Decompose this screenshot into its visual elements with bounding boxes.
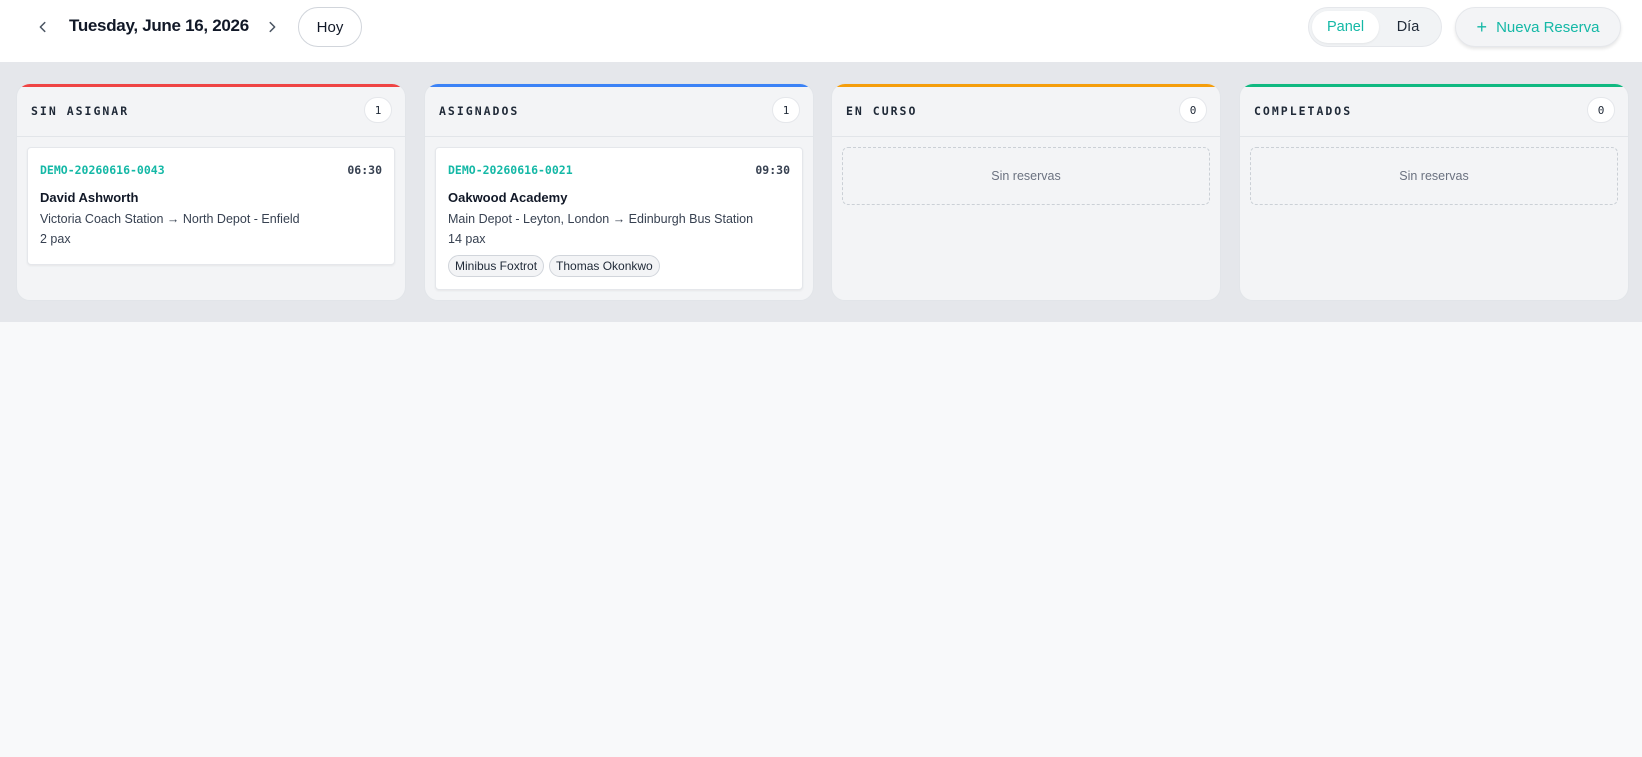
plus-icon: +	[1476, 17, 1488, 37]
passenger-count: 14 pax	[448, 232, 486, 246]
column-completed: COMPLETADOS 0 Sin reservas	[1239, 83, 1629, 301]
column-in-progress: EN CURSO 0 Sin reservas	[831, 83, 1221, 301]
empty-state: Sin reservas	[842, 147, 1210, 205]
driver-tag: Thomas Okonkwo	[549, 255, 660, 277]
booking-card[interactable]: DEMO-20260616-0043 06:30 David Ashworth …	[27, 147, 395, 265]
column-title: ASIGNADOS	[439, 104, 520, 118]
column-header: ASIGNADOS 1	[425, 84, 813, 137]
customer-name: David Ashworth	[40, 190, 139, 205]
kanban-board: SIN ASIGNAR 1 DEMO-20260616-0043 06:30 D…	[0, 62, 1642, 322]
booking-time: 09:30	[755, 163, 790, 177]
view-toggle: Panel Día	[1308, 7, 1442, 47]
column-title: COMPLETADOS	[1254, 104, 1353, 118]
empty-state: Sin reservas	[1250, 147, 1618, 205]
column-header: COMPLETADOS 0	[1240, 84, 1628, 137]
column-count-badge: 1	[364, 97, 392, 123]
booking-time: 06:30	[347, 163, 382, 177]
column-title: SIN ASIGNAR	[31, 104, 130, 118]
chevron-left-icon[interactable]	[30, 14, 56, 40]
booking-id: DEMO-20260616-0021	[448, 163, 573, 177]
column-assigned: ASIGNADOS 1 DEMO-20260616-0021 09:30 Oak…	[424, 83, 814, 301]
column-count-badge: 0	[1179, 97, 1207, 123]
chevron-right-icon[interactable]	[259, 14, 285, 40]
top-bar: Tuesday, June 16, 2026 Hoy Panel Día + N…	[0, 0, 1642, 62]
column-count-badge: 0	[1587, 97, 1615, 123]
passenger-count: 2 pax	[40, 232, 71, 246]
customer-name: Oakwood Academy	[448, 190, 568, 205]
booking-route: Victoria Coach Station → North Depot - E…	[40, 212, 300, 226]
booking-id: DEMO-20260616-0043	[40, 163, 165, 177]
column-count-badge: 1	[772, 97, 800, 123]
column-title: EN CURSO	[846, 104, 918, 118]
panel-view-option[interactable]: Panel	[1312, 11, 1379, 43]
new-booking-label: Nueva Reserva	[1496, 18, 1600, 36]
booking-route: Main Depot - Leyton, London → Edinburgh …	[448, 212, 754, 226]
column-header: EN CURSO 0	[832, 84, 1220, 137]
vehicle-tag: Minibus Foxtrot	[448, 255, 545, 277]
today-button[interactable]: Hoy	[298, 7, 362, 47]
new-booking-button[interactable]: + Nueva Reserva	[1455, 7, 1621, 47]
column-header: SIN ASIGNAR 1	[17, 84, 405, 137]
assignment-tags: Minibus Foxtrot Thomas Okonkwo	[448, 255, 660, 277]
day-view-option[interactable]: Día	[1379, 11, 1437, 43]
booking-card[interactable]: DEMO-20260616-0021 09:30 Oakwood Academy…	[435, 147, 803, 290]
date-title: Tuesday, June 16, 2026	[69, 16, 249, 35]
column-unassigned: SIN ASIGNAR 1 DEMO-20260616-0043 06:30 D…	[16, 83, 406, 301]
